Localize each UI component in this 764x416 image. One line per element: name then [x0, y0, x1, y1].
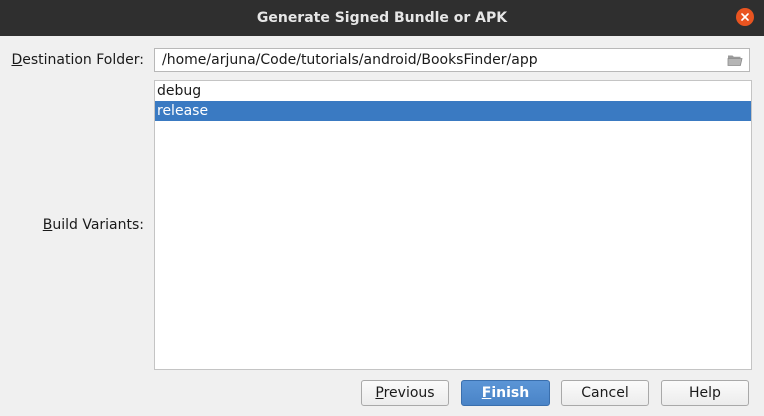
previous-button[interactable]: Previous: [361, 380, 449, 406]
folder-open-icon[interactable]: [727, 53, 743, 67]
dialog-window: Generate Signed Bundle or APK Destinatio…: [0, 0, 764, 416]
title-bar: Generate Signed Bundle or APK: [0, 0, 764, 36]
finish-button[interactable]: Finish: [461, 380, 550, 406]
build-variants-label: Build Variants:: [42, 217, 144, 233]
cancel-button[interactable]: Cancel: [561, 380, 649, 406]
window-title: Generate Signed Bundle or APK: [256, 10, 508, 26]
build-variants-list[interactable]: debug release: [154, 80, 752, 370]
close-button[interactable]: [736, 8, 754, 26]
destination-folder-field[interactable]: [154, 48, 750, 72]
destination-folder-input[interactable]: [155, 49, 722, 71]
destination-folder-label: Destination Folder:: [11, 52, 144, 68]
close-icon: [741, 13, 749, 21]
variant-item-release[interactable]: release: [155, 101, 751, 121]
help-button[interactable]: Help: [661, 380, 749, 406]
variant-item-debug[interactable]: debug: [155, 81, 751, 101]
